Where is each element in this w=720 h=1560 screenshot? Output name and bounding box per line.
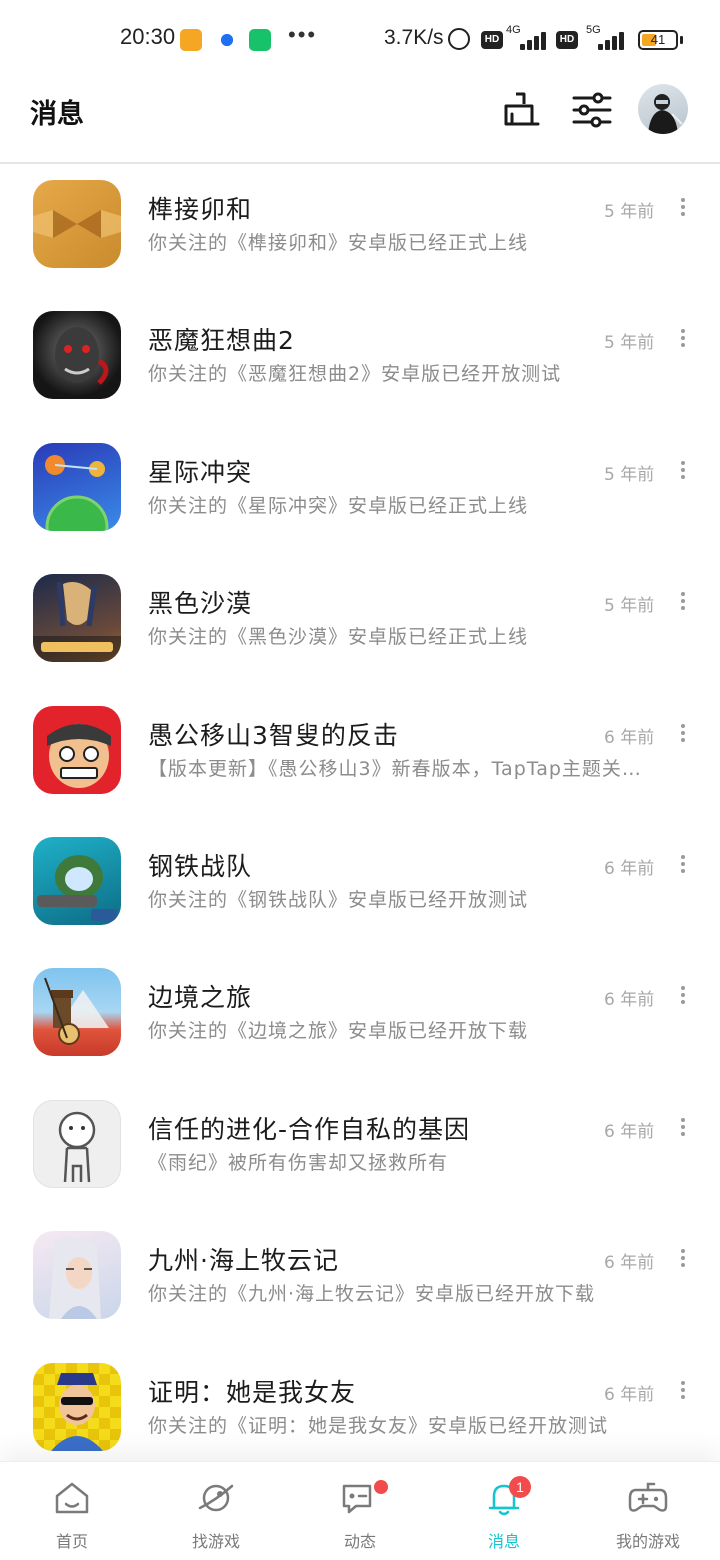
notification-app-icon bbox=[249, 29, 271, 51]
message-title: 愚公移山3智叟的反击 bbox=[148, 720, 399, 750]
message-item[interactable]: 边境之旅 你关注的《边境之旅》安卓版已经开放下载 6 年前 bbox=[0, 952, 720, 1083]
status-time: 20:30 bbox=[120, 24, 176, 49]
message-time: 6 年前 bbox=[604, 990, 655, 1011]
clear-messages-button[interactable] bbox=[498, 88, 542, 132]
more-options-icon[interactable] bbox=[672, 1245, 694, 1271]
message-title: 钢铁战队 bbox=[148, 851, 253, 881]
message-item[interactable]: 恶魔狂想曲2 你关注的《恶魔狂想曲2》安卓版已经开放测试 5 年前 bbox=[0, 295, 720, 426]
message-subtitle: 你关注的《边境之旅》安卓版已经开放下载 bbox=[148, 1020, 529, 1043]
message-title: 黑色沙漠 bbox=[148, 589, 253, 619]
message-time: 6 年前 bbox=[604, 727, 655, 748]
filter-button[interactable] bbox=[570, 88, 614, 132]
game-icon bbox=[33, 180, 121, 268]
message-item[interactable]: 信任的进化-合作自私的基因 《雨纪》被所有伤害却又拯救所有 6 年前 bbox=[0, 1084, 720, 1215]
message-time: 6 年前 bbox=[604, 1253, 655, 1274]
more-options-icon[interactable] bbox=[672, 1114, 694, 1140]
signal-icon bbox=[514, 30, 550, 50]
message-item[interactable]: 榫接卯和 你关注的《榫接卯和》安卓版已经正式上线 5 年前 bbox=[0, 164, 720, 295]
tab-label: 我的游戏 bbox=[615, 1532, 680, 1551]
tab-messages[interactable]: 1 消息 bbox=[432, 1462, 576, 1560]
message-item[interactable]: 九州·海上牧云记 你关注的《九州·海上牧云记》安卓版已经开放下载 6 年前 bbox=[0, 1215, 720, 1346]
message-title: 九州·海上牧云记 bbox=[148, 1246, 339, 1276]
avatar-image bbox=[648, 94, 683, 134]
game-icon bbox=[33, 574, 121, 663]
network-speed: 3.7K/s bbox=[384, 26, 444, 49]
message-item[interactable]: 黑色沙漠 你关注的《黑色沙漠》安卓版已经正式上线 5 年前 bbox=[0, 558, 720, 689]
message-time: 5 年前 bbox=[604, 596, 655, 617]
notification-app-icon bbox=[180, 29, 202, 51]
clean-icon bbox=[504, 92, 540, 126]
hd-badge: HD bbox=[481, 31, 503, 49]
tab-my-games[interactable]: 我的游戏 bbox=[576, 1462, 720, 1560]
message-subtitle: 【版本更新】《愚公移山3》新春版本，TapTap主题关… bbox=[148, 757, 642, 780]
more-options-icon[interactable] bbox=[672, 720, 694, 746]
message-item[interactable]: 愚公移山3智叟的反击 【版本更新】《愚公移山3》新春版本，TapTap主题关… … bbox=[0, 690, 720, 821]
tab-home[interactable]: 首页 bbox=[0, 1462, 144, 1560]
battery-icon: 41 bbox=[638, 30, 678, 50]
message-item[interactable]: 证明：她是我女友 你关注的《证明：她是我女友》安卓版已经开放测试 6 年前 bbox=[0, 1347, 720, 1478]
tab-label: 动态 bbox=[343, 1532, 376, 1551]
signal-icon bbox=[592, 30, 628, 50]
tab-feed[interactable]: 动态 bbox=[288, 1462, 432, 1560]
message-subtitle: 你关注的《榫接卯和》安卓版已经正式上线 bbox=[148, 232, 529, 254]
user-avatar[interactable] bbox=[638, 84, 688, 134]
more-options-icon[interactable] bbox=[672, 982, 694, 1008]
tab-label: 首页 bbox=[55, 1532, 88, 1551]
message-time: 6 年前 bbox=[604, 858, 655, 879]
message-subtitle: 你关注的《钢铁战队》安卓版已经开放测试 bbox=[148, 888, 529, 911]
message-subtitle: 你关注的《星际冲突》安卓版已经正式上线 bbox=[148, 494, 529, 517]
home-icon bbox=[55, 1482, 89, 1514]
gamepad-icon bbox=[628, 1482, 668, 1512]
tab-label: 找游戏 bbox=[191, 1532, 240, 1551]
unread-dot bbox=[374, 1480, 388, 1494]
more-options-icon[interactable] bbox=[672, 194, 694, 220]
message-time: 6 年前 bbox=[604, 1121, 655, 1142]
battery-level: 41 bbox=[650, 32, 666, 47]
message-title: 恶魔狂想曲2 bbox=[148, 326, 295, 356]
game-icon bbox=[33, 705, 121, 794]
filter-icon bbox=[572, 92, 612, 128]
game-icon bbox=[33, 442, 121, 531]
message-subtitle: 你关注的《恶魔狂想曲2》安卓版已经开放测试 bbox=[148, 363, 562, 386]
alarm-icon bbox=[448, 28, 470, 50]
tab-label: 消息 bbox=[487, 1532, 520, 1551]
bottom-tab-bar: 首页 找游戏 动态 1 消息 我的游戏 bbox=[0, 1462, 720, 1560]
game-icon bbox=[33, 1231, 121, 1320]
more-notifications-icon: ••• bbox=[288, 22, 318, 47]
status-bar: 20:30 ••• 3.7K/s HD 4G HD 5G 41 bbox=[0, 0, 720, 80]
hd-badge: HD bbox=[556, 31, 578, 49]
message-time: 5 年前 bbox=[604, 333, 655, 354]
message-title: 榫接卯和 bbox=[148, 195, 253, 224]
unread-badge: 1 bbox=[509, 1476, 531, 1498]
more-options-icon[interactable] bbox=[672, 851, 694, 877]
more-options-icon[interactable] bbox=[672, 457, 694, 483]
message-title: 星际冲突 bbox=[148, 457, 253, 487]
message-list: 榫接卯和 你关注的《榫接卯和》安卓版已经正式上线 5 年前 恶魔狂想曲2 你关注… bbox=[0, 164, 720, 1478]
message-time: 6 年前 bbox=[604, 1384, 655, 1405]
message-title: 边境之旅 bbox=[148, 983, 253, 1013]
message-item[interactable]: 星际冲突 你关注的《星际冲突》安卓版已经正式上线 5 年前 bbox=[0, 427, 720, 558]
game-icon bbox=[33, 968, 121, 1057]
message-subtitle: 你关注的《九州·海上牧云记》安卓版已经开放下载 bbox=[148, 1283, 596, 1306]
game-icon bbox=[33, 836, 121, 925]
game-icon bbox=[33, 311, 121, 400]
message-title: 信任的进化-合作自私的基因 bbox=[148, 1114, 471, 1144]
page-header: 消息 bbox=[0, 80, 720, 164]
message-item[interactable]: 钢铁战队 你关注的《钢铁战队》安卓版已经开放测试 6 年前 bbox=[0, 821, 720, 952]
message-time: 5 年前 bbox=[604, 464, 655, 485]
message-subtitle: 《雨纪》被所有伤害却又拯救所有 bbox=[148, 1151, 449, 1174]
page-title: 消息 bbox=[30, 99, 84, 130]
game-icon bbox=[33, 1099, 121, 1188]
more-options-icon[interactable] bbox=[672, 588, 694, 614]
more-options-icon[interactable] bbox=[672, 325, 694, 351]
message-subtitle: 你关注的《证明：她是我女友》安卓版已经开放测试 bbox=[148, 1414, 609, 1437]
message-title: 证明：她是我女友 bbox=[148, 1377, 357, 1407]
message-subtitle: 你关注的《黑色沙漠》安卓版已经正式上线 bbox=[148, 626, 529, 649]
planet-icon bbox=[198, 1484, 234, 1512]
notification-app-icon bbox=[216, 29, 238, 51]
message-time: 5 年前 bbox=[604, 202, 655, 222]
tab-find-games[interactable]: 找游戏 bbox=[144, 1462, 288, 1560]
more-options-icon[interactable] bbox=[672, 1377, 694, 1403]
game-icon bbox=[33, 1362, 121, 1451]
